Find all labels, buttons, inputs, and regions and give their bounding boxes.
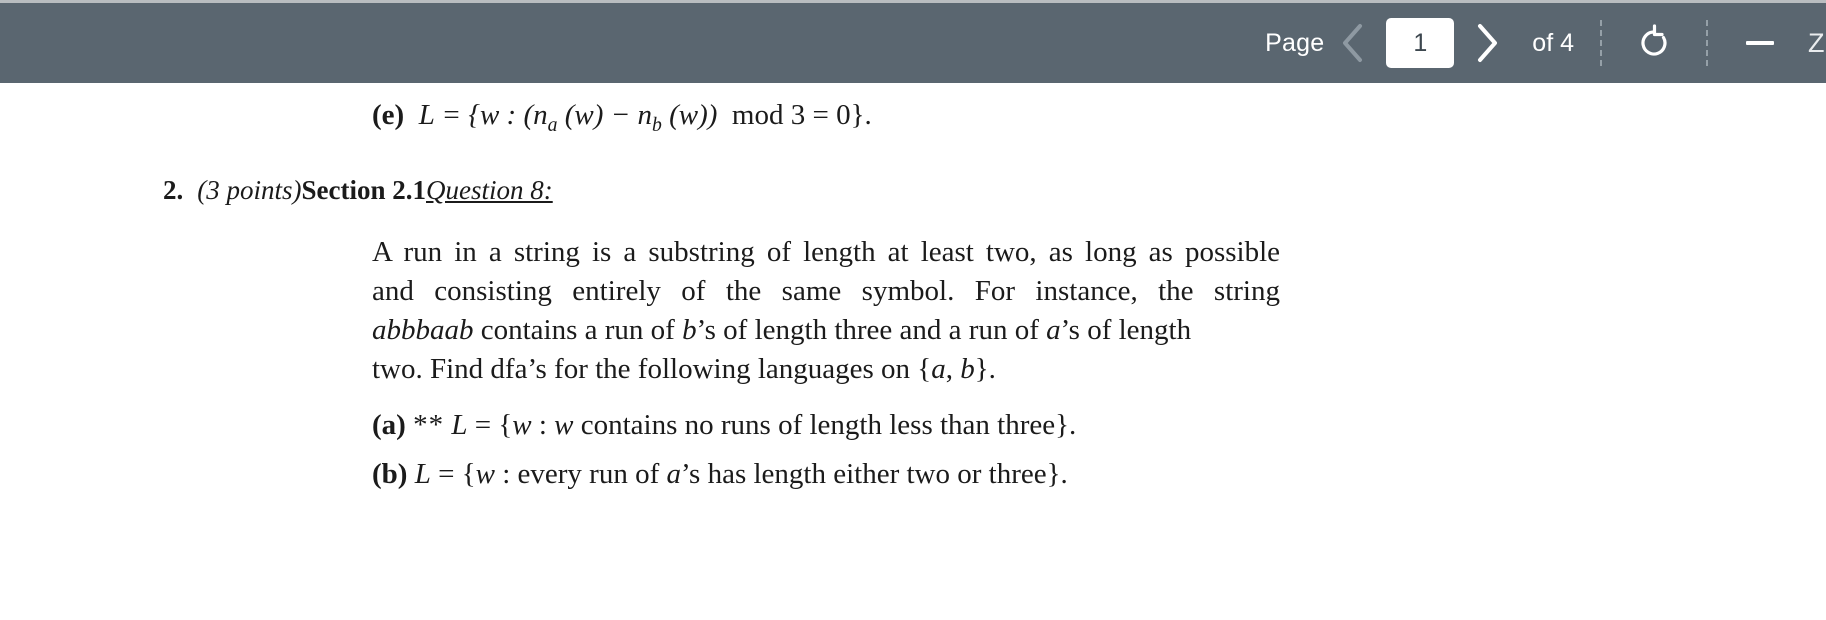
page-number-input[interactable]: 1: [1386, 18, 1455, 68]
paragraph-line-3-rest-b: ’s of length three and a run of: [696, 314, 1047, 346]
pdf-viewer-toolbar: Page 1 of 4 Z: [0, 0, 1826, 83]
toolbar-divider-1: [1600, 20, 1602, 66]
example-string: abbbaab: [372, 314, 474, 346]
paragraph-line-4-pre: two. Find dfa’s for the following langua…: [372, 353, 932, 385]
item-b-label: (b): [372, 458, 408, 490]
item-a-stars: **: [413, 409, 445, 441]
item-e-mid2: (w)): [661, 99, 718, 131]
item-a-math-l: L: [451, 409, 468, 441]
zoom-label: Z: [1808, 27, 1825, 58]
zoom-out-button[interactable]: [1734, 17, 1786, 69]
paragraph-line-3-rest-c: ’s of length: [1060, 314, 1192, 346]
item-a-colon: :: [531, 409, 555, 441]
item-e-formula-suffix: 3 = 0}.: [790, 99, 872, 131]
item-a-eq: = {: [467, 409, 513, 441]
item-b-math-w2: a: [666, 458, 682, 490]
item-b-eq: = {: [430, 458, 476, 490]
item-a-math-w1: w: [512, 409, 532, 441]
list-item-e: (e) L = {w : (na (w) − nb (w)) mod 3 = 0…: [372, 99, 872, 137]
paragraph-line-1: A run in a string is a substring of leng…: [372, 236, 1280, 268]
symbol-b: b: [682, 314, 697, 346]
paragraph-line-4: two. Find dfa’s for the following langua…: [372, 350, 1280, 389]
item-e-label: (e): [372, 99, 405, 131]
item-a-math-w2: w: [554, 409, 574, 441]
question-heading: 2. (3 points)Section 2.1Question 8:: [163, 175, 553, 206]
paragraph-line-4-post: }.: [974, 353, 996, 385]
toolbar-divider-2: [1706, 20, 1708, 66]
alphabet-symbol-b: b: [960, 353, 975, 385]
minus-icon: [1746, 41, 1774, 45]
item-b-math-w1: w: [475, 458, 495, 490]
symbol-a: a: [1046, 314, 1061, 346]
page-navigation-group: Page 1 of 4: [1265, 3, 1574, 83]
alphabet-symbol-a: a: [931, 353, 946, 385]
item-b-colon: : every run of: [494, 458, 667, 490]
paragraph-line-3: abbbaab contains a run of b’s of length …: [372, 311, 1280, 350]
item-e-sub-a: a: [547, 113, 558, 136]
question-title: Question 8:: [426, 175, 553, 205]
item-e-sub-b: b: [651, 113, 662, 136]
item-e-formula-prefix: L = {w : (n: [418, 99, 548, 131]
previous-page-button[interactable]: [1330, 20, 1376, 66]
list-item-a: (a) ** L = {w : w contains no runs of le…: [372, 409, 1076, 442]
list-item-b: (b) L = {w : every run of a’s has length…: [372, 458, 1068, 491]
item-b-math-l: L: [414, 458, 431, 490]
question-number: 2.: [163, 175, 184, 205]
item-e-mod: mod: [731, 99, 784, 131]
question-body-paragraph: A run in a string is a substring of leng…: [372, 233, 1280, 389]
question-points: (3 points): [197, 175, 302, 205]
page-count-label: of 4: [1532, 28, 1574, 57]
item-a-label: (a): [372, 409, 406, 441]
item-b-text: ’s has length either two or three}.: [681, 458, 1068, 490]
rotate-icon[interactable]: [1628, 17, 1680, 69]
paragraph-line-4-comma: ,: [945, 353, 961, 385]
item-a-text: contains no runs of length less than thr…: [573, 409, 1077, 441]
paragraph-line-3-rest-a: contains a run of: [473, 314, 683, 346]
paragraph-line-2: and consisting entirely of the same symb…: [372, 275, 1280, 307]
pdf-document-area[interactable]: (e) L = {w : (na (w) − nb (w)) mod 3 = 0…: [0, 83, 1826, 620]
question-section: Section 2.1: [301, 175, 427, 205]
item-e-mid1: (w) − n: [557, 99, 652, 131]
next-page-button[interactable]: [1464, 20, 1510, 66]
page-label: Page: [1265, 28, 1325, 57]
